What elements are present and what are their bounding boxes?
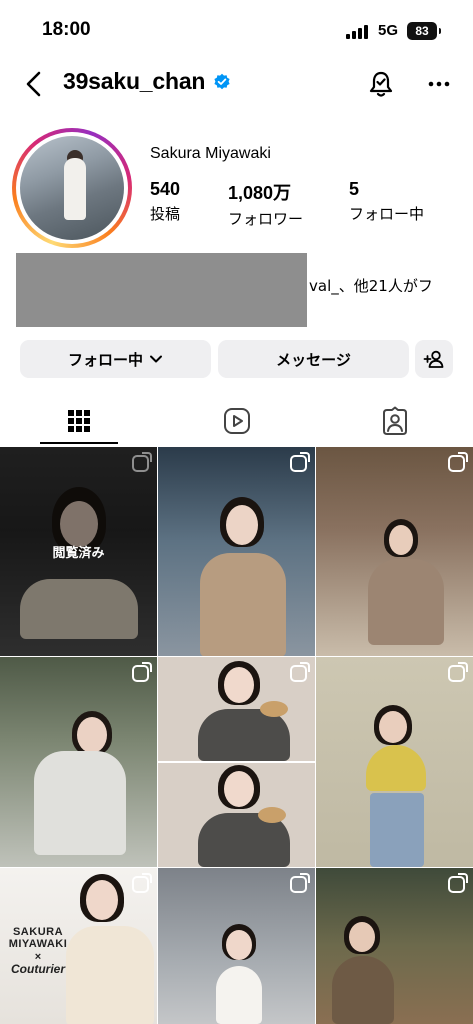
- stat-following[interactable]: 5 フォロー中: [349, 179, 424, 224]
- verified-icon: [214, 73, 230, 89]
- back-icon[interactable]: [20, 68, 50, 100]
- status-time: 18:00: [42, 19, 91, 40]
- stat-followers[interactable]: 1,080万 フォロワー: [228, 179, 303, 229]
- add-person-icon: [423, 350, 444, 368]
- grid-post[interactable]: SAKURA MIYAWAKI × Couturier: [0, 868, 157, 1024]
- grid-post[interactable]: 閲覧済み: [0, 447, 157, 656]
- grid-post[interactable]: [316, 447, 473, 656]
- grid-post[interactable]: [158, 447, 315, 656]
- following-button-label: フォロー中: [67, 350, 143, 369]
- carousel-icon: [448, 873, 468, 893]
- battery-icon: 83: [407, 22, 441, 40]
- more-icon[interactable]: [426, 74, 452, 94]
- status-bar: 18:00 5G 83: [0, 0, 473, 62]
- stat-value: 540: [150, 179, 181, 199]
- stat-posts[interactable]: 540 投稿: [150, 179, 180, 224]
- network-type: 5G: [378, 22, 399, 39]
- stat-value: 1,080万: [228, 183, 292, 203]
- ad-text: SAKURA MIYAWAKI × Couturier: [8, 926, 68, 977]
- suggest-button[interactable]: [415, 340, 453, 378]
- grid-post[interactable]: [316, 657, 473, 867]
- tagged-icon[interactable]: [380, 406, 410, 436]
- following-button[interactable]: フォロー中: [20, 340, 211, 378]
- username: 39saku_chan: [63, 68, 206, 94]
- stat-label: フォロワー: [228, 210, 304, 228]
- full-name: Sakura Miyawaki: [150, 145, 271, 162]
- reels-icon[interactable]: [222, 406, 252, 436]
- followed-by-text[interactable]: val_、他21人がフ: [309, 275, 473, 296]
- carousel-icon: [132, 452, 152, 472]
- message-button[interactable]: メッセージ: [218, 340, 409, 378]
- message-button-label: メッセージ: [276, 350, 351, 369]
- username-row: 39saku_chan: [63, 68, 231, 95]
- profile-header: 39saku_chan: [0, 62, 473, 108]
- grid-post[interactable]: [0, 657, 157, 867]
- signal-icon: [346, 25, 372, 39]
- grid-post[interactable]: [158, 868, 315, 1024]
- grid-post[interactable]: [316, 868, 473, 1024]
- carousel-icon: [290, 873, 310, 893]
- chevron-down-icon: [150, 355, 162, 363]
- carousel-icon: [132, 873, 152, 893]
- grid-post[interactable]: [158, 657, 315, 867]
- seen-label: 閲覧済み: [52, 546, 105, 561]
- stat-value: 5: [349, 179, 360, 199]
- profile-avatar[interactable]: [12, 128, 132, 248]
- stat-label: フォロー中: [349, 205, 425, 223]
- carousel-icon: [290, 662, 310, 682]
- notification-bell-icon[interactable]: [366, 69, 396, 99]
- carousel-icon: [448, 452, 468, 472]
- profile-tabs: [0, 398, 473, 446]
- carousel-icon: [448, 662, 468, 682]
- carousel-icon: [132, 662, 152, 682]
- grid-icon[interactable]: [64, 406, 94, 436]
- active-tab-indicator: [40, 442, 118, 444]
- stat-label: 投稿: [150, 205, 181, 223]
- redacted-area: [16, 253, 307, 327]
- avatar-photo: [20, 136, 124, 240]
- carousel-icon: [290, 452, 310, 472]
